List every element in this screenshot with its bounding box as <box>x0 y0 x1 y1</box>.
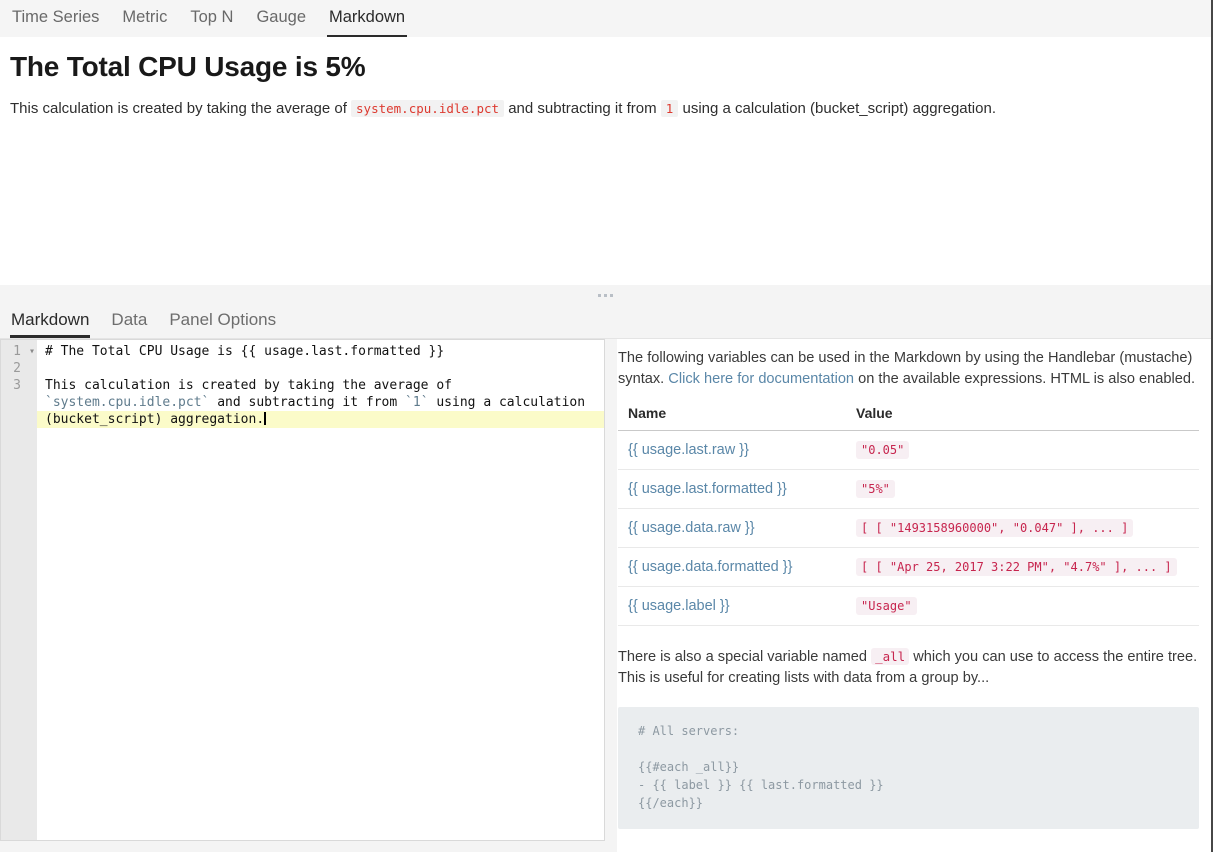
table-row: {{ usage.data.raw }} [ [ "1493158960000"… <box>618 509 1199 548</box>
example-code-block: # All servers: {{#each _all}} - {{ label… <box>618 707 1199 829</box>
visualization-type-tabs: Time Series Metric Top N Gauge Markdown <box>0 0 1211 37</box>
note-text: There is also a special variable named <box>618 649 871 665</box>
inline-backtick-code: `system.cpu.idle.pct` <box>45 395 209 410</box>
editor-gutter: 1▾ 2 3 <box>1 340 37 840</box>
preview-title: The Total CPU Usage is 5% <box>10 51 1201 83</box>
resize-handle-icon[interactable] <box>598 294 613 297</box>
tab-time-series[interactable]: Time Series <box>10 0 101 37</box>
code-line: {{/each}} <box>638 794 1179 812</box>
column-header-value: Value <box>846 397 1199 431</box>
variable-link[interactable]: {{ usage.last.raw }} <box>628 442 749 458</box>
line-number: 2 <box>13 361 21 376</box>
code-line: # All servers: <box>638 722 1179 740</box>
description-text: and subtracting it from <box>504 100 661 117</box>
panel-content: 1▾ 2 3 # The Total CPU Usage is {{ usage… <box>0 339 1211 852</box>
panel-tab-panel-options[interactable]: Panel Options <box>168 305 277 338</box>
special-variable-note: There is also a special variable named _… <box>618 646 1199 689</box>
variables-table: Name Value {{ usage.last.raw }} "0.05" {… <box>618 397 1199 626</box>
gutter-line-3-wrap <box>1 394 37 411</box>
help-intro-text: on the available expressions. HTML is al… <box>854 371 1195 387</box>
code-line: {{#each _all}} <box>638 758 1179 776</box>
editor-panel: Markdown Data Panel Options 1▾ 2 3 # The… <box>0 285 1211 852</box>
line-number: 1 <box>13 344 21 359</box>
description-text: using a calculation (bucket_script) aggr… <box>678 100 996 117</box>
line-number: 3 <box>13 378 21 393</box>
gutter-line-3-wrap <box>1 411 37 428</box>
editor-text: (bucket_script) aggregation. <box>45 412 264 427</box>
gutter-line-2: 2 <box>1 360 37 377</box>
gutter-line-3: 3 <box>1 377 37 394</box>
column-header-name: Name <box>618 397 846 431</box>
tab-metric[interactable]: Metric <box>120 0 169 37</box>
tab-top-n[interactable]: Top N <box>188 0 235 37</box>
inline-code-field: system.cpu.idle.pct <box>351 100 504 117</box>
documentation-link[interactable]: Click here for documentation <box>668 371 854 387</box>
inline-code-one: 1 <box>661 100 679 117</box>
editor-text: using a calculation <box>429 395 586 410</box>
variable-link[interactable]: {{ usage.data.formatted }} <box>628 559 792 575</box>
tab-markdown[interactable]: Markdown <box>327 0 407 37</box>
panel-tab-data[interactable]: Data <box>110 305 148 338</box>
editor-text-area[interactable]: # The Total CPU Usage is {{ usage.last.f… <box>37 340 604 840</box>
tsvb-visual-builder: Time Series Metric Top N Gauge Markdown … <box>0 0 1213 852</box>
fold-arrow-icon[interactable]: ▾ <box>29 343 35 360</box>
editor-active-line: (bucket_script) aggregation. <box>37 411 604 428</box>
table-row: {{ usage.last.formatted }} "5%" <box>618 470 1199 509</box>
tab-gauge[interactable]: Gauge <box>254 0 308 37</box>
code-line: - {{ label }} {{ last.formatted }} <box>638 776 1179 794</box>
variable-link[interactable]: {{ usage.data.raw }} <box>628 520 755 536</box>
variables-help-panel: The following variables can be used in t… <box>617 339 1211 852</box>
table-header-row: Name Value <box>618 397 1199 431</box>
help-intro: The following variables can be used in t… <box>618 348 1199 390</box>
all-variable-code: _all <box>871 648 909 665</box>
markdown-preview-pane: The Total CPU Usage is 5% This calculati… <box>0 37 1211 285</box>
panel-tab-markdown[interactable]: Markdown <box>10 305 90 338</box>
variable-value: [ [ "1493158960000", "0.047" ], ... ] <box>856 519 1133 537</box>
inline-backtick-code: `1` <box>405 395 428 410</box>
variable-value: "Usage" <box>856 597 917 615</box>
editor-text: and subtracting it from <box>209 395 405 410</box>
description-text: This calculation is created by taking th… <box>10 100 351 117</box>
table-row: {{ usage.data.formatted }} [ [ "Apr 25, … <box>618 548 1199 587</box>
variable-link[interactable]: {{ usage.label }} <box>628 598 730 614</box>
gutter-line-1: 1▾ <box>1 343 37 360</box>
text-cursor <box>264 412 266 425</box>
editor-line <box>37 360 604 377</box>
markdown-code-editor[interactable]: 1▾ 2 3 # The Total CPU Usage is {{ usage… <box>0 339 605 841</box>
variable-value: "5%" <box>856 480 895 498</box>
code-line <box>638 740 1179 758</box>
table-row: {{ usage.last.raw }} "0.05" <box>618 431 1199 470</box>
variable-link[interactable]: {{ usage.last.formatted }} <box>628 481 787 497</box>
editor-line: # The Total CPU Usage is {{ usage.last.f… <box>37 343 604 360</box>
preview-description: This calculation is created by taking th… <box>10 100 1201 117</box>
editor-line: `system.cpu.idle.pct` and subtracting it… <box>37 394 604 411</box>
panel-resize-row <box>0 285 1211 305</box>
editor-line: This calculation is created by taking th… <box>37 377 604 394</box>
variable-value: "0.05" <box>856 441 909 459</box>
panel-tabs: Markdown Data Panel Options <box>0 305 1211 339</box>
table-row: {{ usage.label }} "Usage" <box>618 587 1199 626</box>
variable-value: [ [ "Apr 25, 2017 3:22 PM", "4.7%" ], ..… <box>856 558 1177 576</box>
